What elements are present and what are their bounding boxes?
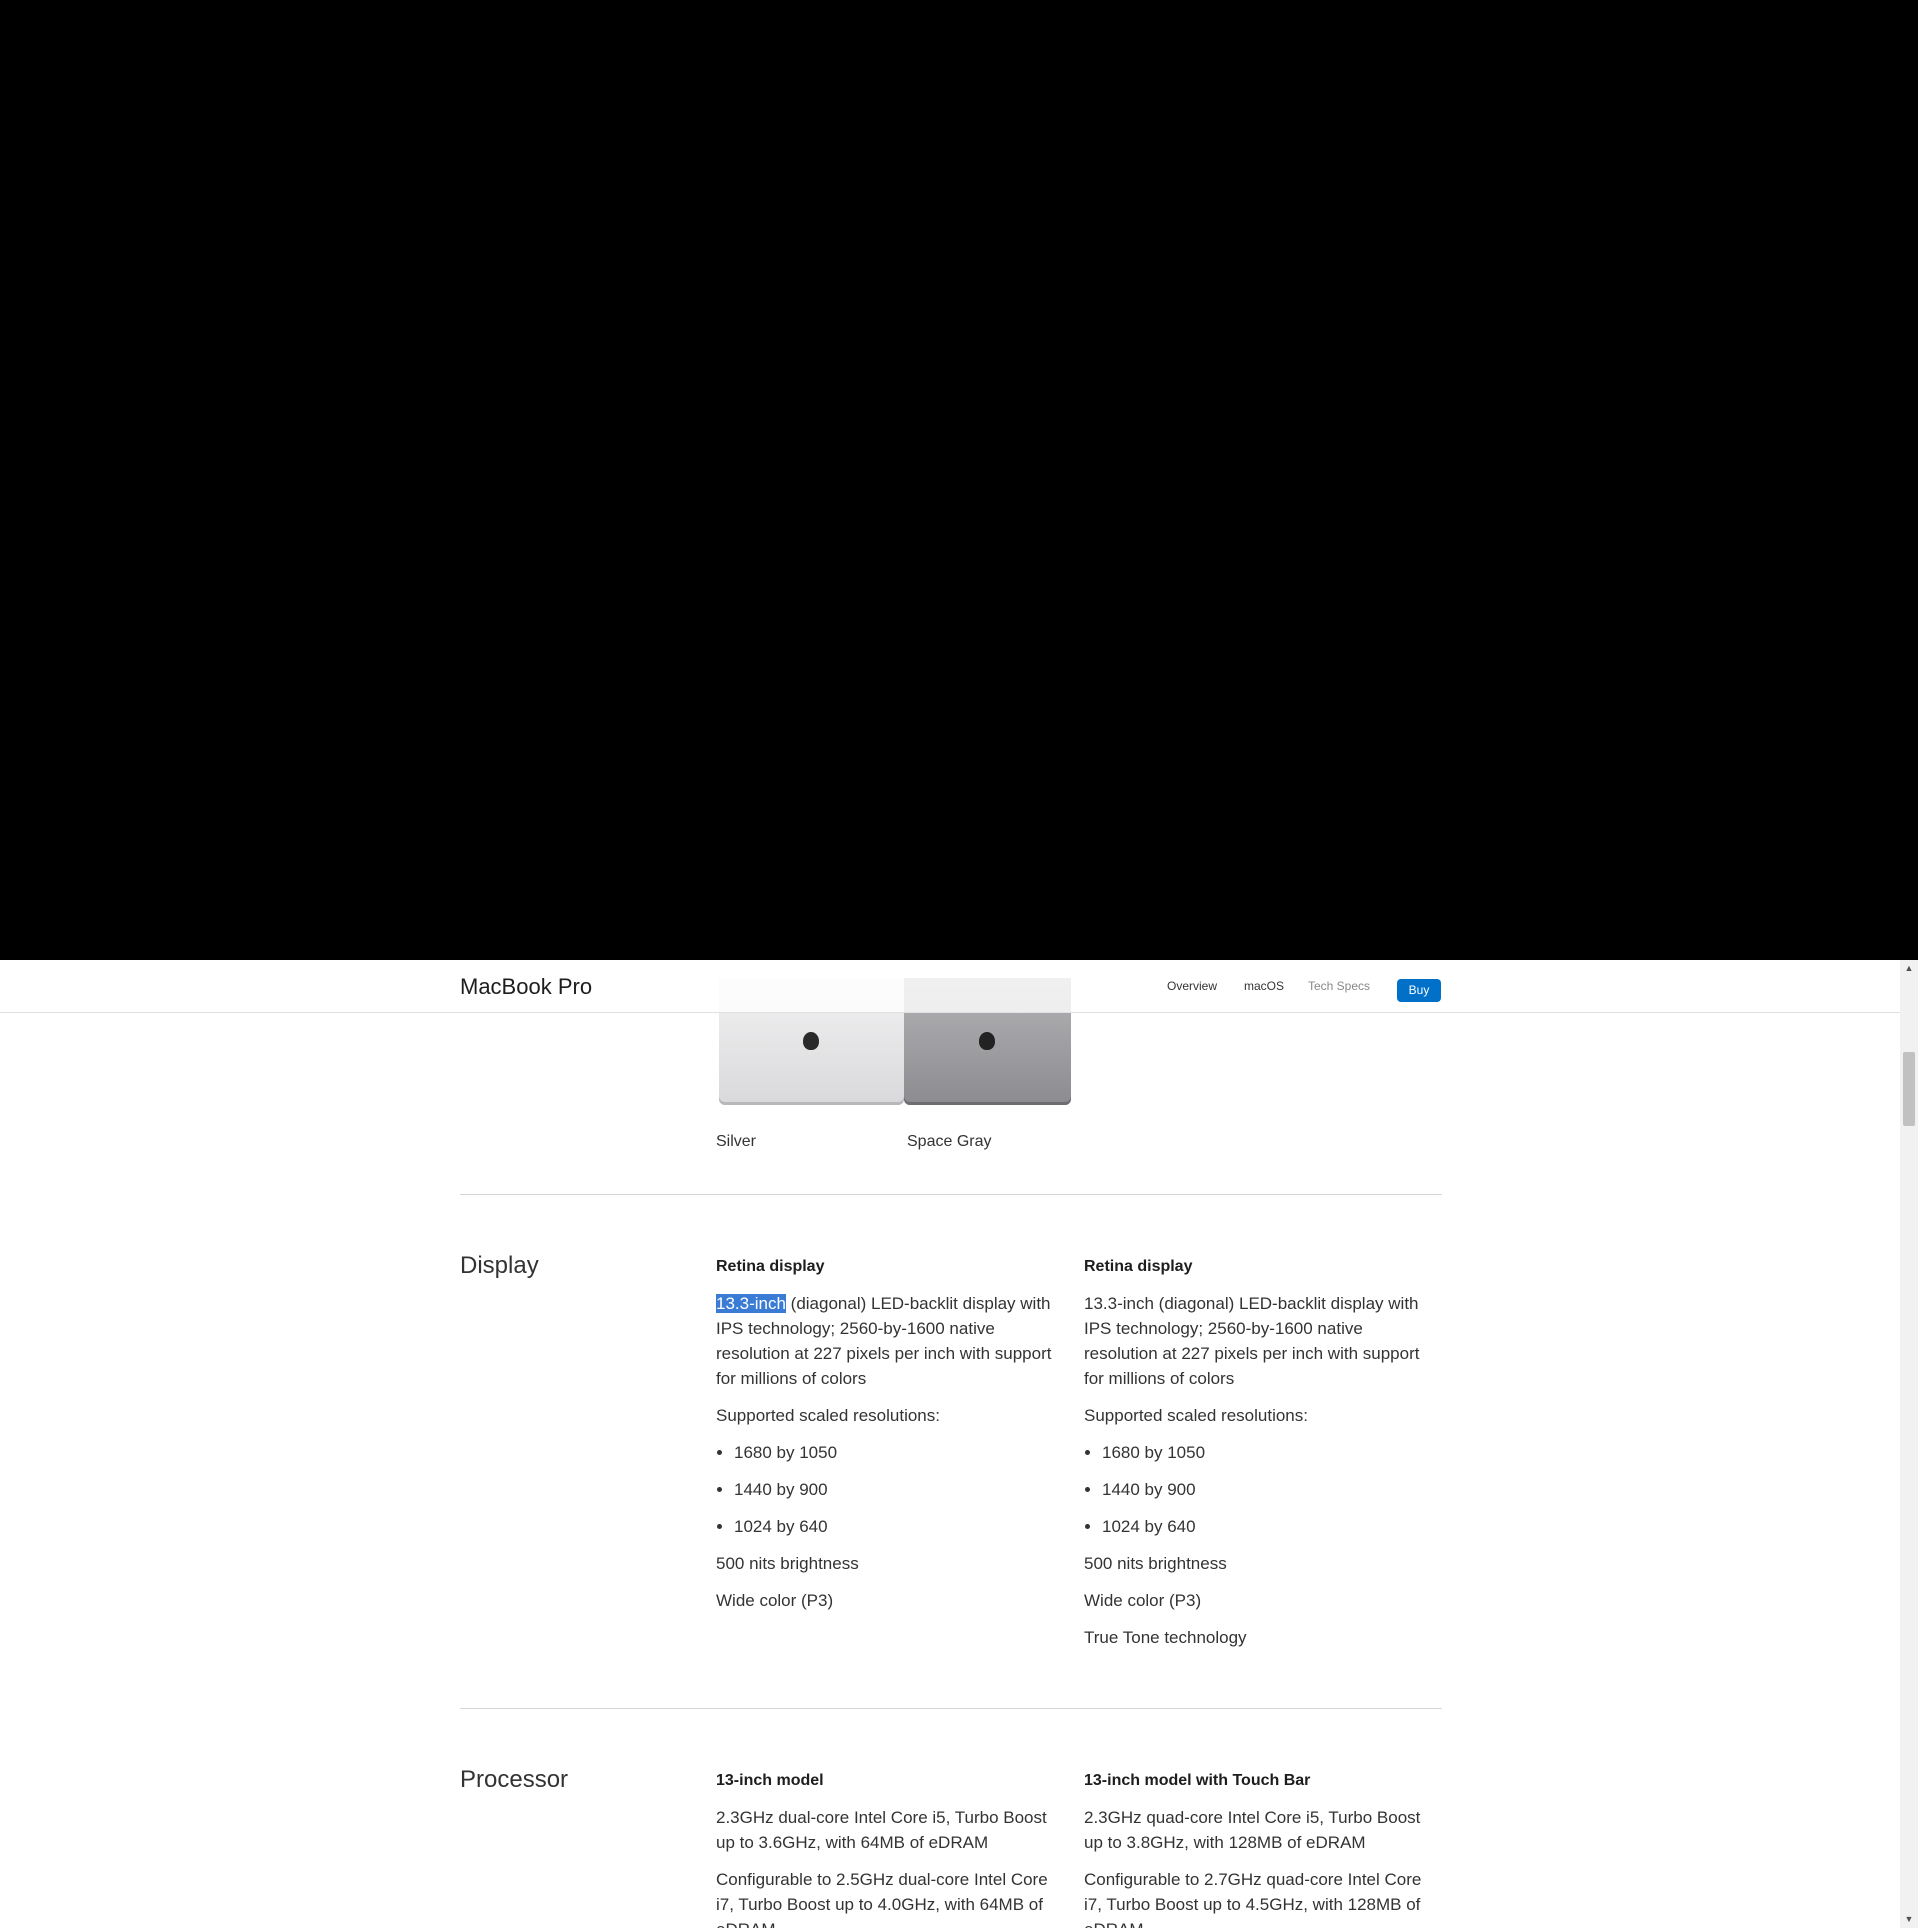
list-item: 1680 by 1050 — [734, 1440, 1066, 1465]
nav-link-macos[interactable]: macOS — [1244, 979, 1284, 993]
display-section-title: Display — [460, 1252, 539, 1279]
column-heading: Retina display — [716, 1258, 825, 1275]
wide-color-text: Wide color (P3) — [716, 1591, 834, 1610]
true-tone-text: True Tone technology — [1084, 1628, 1247, 1647]
processor-config-text: Configurable to 2.5GHz dual-core Intel C… — [716, 1870, 1048, 1928]
processor-section-title: Processor — [460, 1766, 569, 1793]
video-area — [0, 0, 1918, 960]
section-divider — [460, 1194, 1442, 1195]
vertical-scrollbar[interactable]: ▲ ▼ — [1900, 960, 1918, 1928]
nav-link-tech-specs[interactable]: Tech Specs — [1308, 979, 1370, 993]
selected-text: 13.3-inch — [716, 1294, 786, 1313]
product-title[interactable]: MacBook Pro — [460, 974, 592, 1000]
resolution-list: 1680 by 1050 1440 by 900 1024 by 640 — [1084, 1440, 1434, 1539]
wide-color-text: Wide color (P3) — [1084, 1591, 1202, 1610]
buy-button[interactable]: Buy — [1397, 979, 1441, 1002]
color-label-space-gray: Space Gray — [907, 1133, 992, 1150]
product-nav-bar: MacBook Pro Overview macOS Tech Specs Bu… — [0, 960, 1900, 1013]
section-divider — [460, 1708, 1442, 1709]
display-description: 13.3-inch (diagonal) LED-backlit display… — [716, 1291, 1066, 1391]
list-item: 1440 by 900 — [734, 1477, 1066, 1502]
resolution-list: 1680 by 1050 1440 by 900 1024 by 640 — [716, 1440, 1066, 1539]
brightness-text: 500 nits brightness — [1084, 1554, 1227, 1573]
nav-link-overview[interactable]: Overview — [1167, 979, 1217, 993]
list-item: 1440 by 900 — [1102, 1477, 1434, 1502]
display-column-1: Retina display 13.3-inch (diagonal) LED-… — [716, 1254, 1066, 1625]
apple-logo-icon — [803, 1032, 819, 1050]
scroll-up-arrow-icon[interactable]: ▲ — [1900, 960, 1918, 977]
list-item: 1024 by 640 — [1102, 1514, 1434, 1539]
processor-column-1: 13-inch model 2.3GHz dual-core Intel Cor… — [716, 1768, 1066, 1928]
scaled-resolutions-label: Supported scaled resolutions: — [716, 1406, 940, 1425]
scaled-resolutions-label: Supported scaled resolutions: — [1084, 1406, 1308, 1425]
processor-base-text: 2.3GHz quad-core Intel Core i5, Turbo Bo… — [1084, 1808, 1421, 1852]
display-description: 13.3-inch (diagonal) LED-backlit display… — [1084, 1294, 1420, 1388]
processor-base-text: 2.3GHz dual-core Intel Core i5, Turbo Bo… — [716, 1808, 1047, 1852]
brightness-text: 500 nits brightness — [716, 1554, 859, 1573]
list-item: 1680 by 1050 — [1102, 1440, 1434, 1465]
column-heading: Retina display — [1084, 1258, 1193, 1275]
apple-logo-icon — [979, 1032, 995, 1050]
column-heading: 13-inch model with Touch Bar — [1084, 1772, 1311, 1789]
color-label-silver: Silver — [716, 1133, 757, 1150]
processor-config-text: Configurable to 2.7GHz quad-core Intel C… — [1084, 1870, 1422, 1928]
display-column-2: Retina display 13.3-inch (diagonal) LED-… — [1084, 1254, 1434, 1662]
list-item: 1024 by 640 — [734, 1514, 1066, 1539]
column-heading: 13-inch model — [716, 1772, 824, 1789]
tech-specs-page: Silver Space Gray MacBook Pro Overview m… — [0, 960, 1900, 1928]
processor-column-2: 13-inch model with Touch Bar 2.3GHz quad… — [1084, 1768, 1434, 1928]
scroll-down-arrow-icon[interactable]: ▼ — [1900, 1911, 1918, 1928]
scrollbar-thumb[interactable] — [1903, 1052, 1915, 1126]
